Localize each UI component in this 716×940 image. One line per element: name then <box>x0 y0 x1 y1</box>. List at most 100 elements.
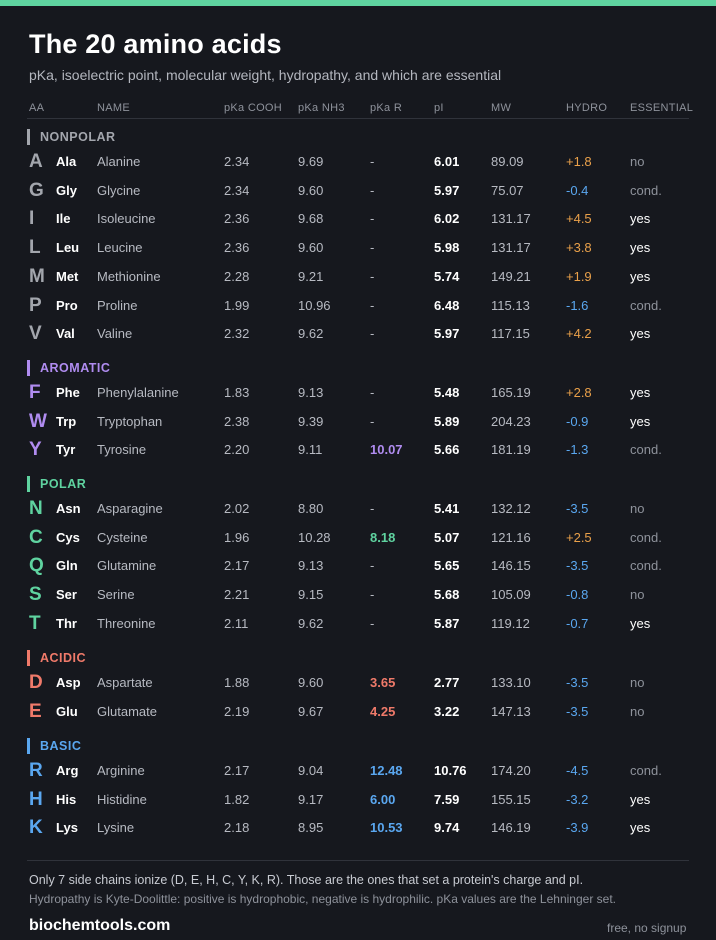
pka-r-value: - <box>370 501 375 516</box>
pka-nh3-value: 9.11 <box>298 442 323 458</box>
amino-name: Threonine <box>97 615 156 631</box>
pka-nh3-value: 9.62 <box>298 326 324 342</box>
mw-value: 131.17 <box>491 211 531 227</box>
pka-r-value: - <box>370 297 375 313</box>
amino-abbr: Gln <box>56 558 78 574</box>
pka-nh3-value: 10.28 <box>298 529 331 545</box>
amino-abbr: Gly <box>56 182 77 198</box>
brand-link[interactable]: biochemtools.com <box>29 917 170 935</box>
amino-letter: K <box>29 817 43 839</box>
pi-value: 5.97 <box>434 182 460 198</box>
essential-value: yes <box>630 268 651 284</box>
pka-cooh-value: 2.11 <box>224 615 249 631</box>
pi-value: 5.68 <box>434 587 460 603</box>
essential-value: cond. <box>630 182 662 198</box>
essential-value: cond. <box>630 297 662 313</box>
mw-value: 181.19 <box>491 442 531 458</box>
essential-value: cond. <box>630 558 662 574</box>
pka-r-value: 4.25 <box>370 703 396 719</box>
amino-letter: R <box>29 760 43 781</box>
amino-name: Cysteine <box>97 529 148 545</box>
table-row: T Thr Threonine 2.11 9.62 - 5.87 119.12 -0.7 yes <box>0 610 716 638</box>
pi-value: 5.41 <box>434 501 460 516</box>
pka-cooh-value: 1.96 <box>224 529 250 545</box>
amino-name: Histidine <box>97 791 147 807</box>
pi-value: 5.48 <box>434 385 460 400</box>
pka-cooh-value: 1.82 <box>224 791 250 807</box>
mw-value: 131.17 <box>491 240 531 256</box>
hydro-value: -0.4 <box>566 182 589 198</box>
amino-letter: P <box>29 294 42 316</box>
amino-abbr: Asp <box>56 675 81 690</box>
header-name: NAME <box>97 102 130 114</box>
section-aromatic: AROMATIC <box>27 360 110 376</box>
table-row: P Pro Proline 1.99 10.96 - 6.48 115.13 -1.6 cond. <box>0 292 716 320</box>
pka-cooh-value: 2.17 <box>224 763 250 778</box>
table-row: M Met Methionine 2.28 9.21 - 5.74 149.21 +1.9 yes <box>0 263 716 291</box>
mw-value: 117.15 <box>491 326 530 342</box>
pka-r-value: 10.53 <box>370 820 403 836</box>
pka-cooh-value: 1.99 <box>224 297 250 313</box>
pka-r-value: - <box>370 385 375 400</box>
header-essential: ESSENTIAL <box>630 102 694 114</box>
table-row: F Phe Phenylalanine 1.83 9.13 - 5.48 165.19 +2.8… <box>0 379 716 407</box>
amino-abbr: Val <box>56 326 75 342</box>
hydro-value: +1.9 <box>566 268 592 284</box>
hydro-value: -0.7 <box>566 615 589 631</box>
essential-value: cond. <box>630 763 662 778</box>
mw-value: 149.21 <box>491 268 531 284</box>
mw-value: 147.13 <box>491 703 531 719</box>
amino-name: Lysine <box>97 820 135 836</box>
pka-r-value: - <box>370 268 375 284</box>
pi-value: 9.74 <box>434 820 460 836</box>
footer-divider <box>27 860 689 861</box>
pka-nh3-value: 9.68 <box>298 211 324 227</box>
hydro-value: -0.8 <box>566 587 589 603</box>
amino-letter: S <box>29 584 42 606</box>
amino-letter: E <box>29 700 42 722</box>
page-subtitle: pKa, isoelectric point, molecular weight… <box>29 67 502 83</box>
pi-value: 5.65 <box>434 558 460 574</box>
amino-abbr: Asn <box>56 501 81 516</box>
pka-nh3-value: 9.15 <box>298 587 324 603</box>
table-row: L Leu Leucine 2.36 9.60 - 5.98 131.17 +3.8 yes <box>0 234 716 262</box>
pi-value: 5.74 <box>434 268 460 284</box>
pka-nh3-value: 9.13 <box>298 558 324 574</box>
essential-value: yes <box>630 791 651 807</box>
amino-abbr: Met <box>56 268 79 284</box>
hydro-value: -1.3 <box>566 442 589 458</box>
mw-value: 75.07 <box>491 182 524 198</box>
amino-letter: Q <box>29 555 44 577</box>
amino-name: Isoleucine <box>97 211 156 227</box>
table-row: E Glu Glutamate 2.19 9.67 4.25 3.22 147.13 -3.5 n… <box>0 698 716 726</box>
mw-value: 146.19 <box>491 820 531 836</box>
amino-name: Glutamine <box>97 558 157 574</box>
pka-nh3-value: 10.96 <box>298 297 331 313</box>
pka-cooh-value: 2.21 <box>224 587 250 603</box>
pka-cooh-value: 2.34 <box>224 182 250 198</box>
pi-value: 5.07 <box>434 529 460 545</box>
mw-value: 115.13 <box>491 297 530 313</box>
mw-value: 155.15 <box>491 791 531 807</box>
amino-name: Glycine <box>97 182 141 198</box>
essential-value: yes <box>630 240 651 256</box>
pka-cooh-value: 2.36 <box>224 211 250 227</box>
amino-letter: H <box>29 788 43 810</box>
pka-cooh-value: 2.34 <box>224 154 250 169</box>
mw-value: 165.19 <box>491 385 531 400</box>
pka-nh3-value: 9.21 <box>298 268 324 284</box>
amino-abbr: Thr <box>56 615 77 631</box>
mw-value: 105.09 <box>491 587 531 603</box>
mw-value: 121.16 <box>491 529 531 545</box>
hydro-value: -1.6 <box>566 297 589 313</box>
essential-value: no <box>630 703 645 719</box>
amino-abbr: Tyr <box>56 442 76 458</box>
essential-value: yes <box>630 615 651 631</box>
hydro-value: -3.5 <box>566 558 589 574</box>
amino-letter: I <box>29 208 35 230</box>
table-row: A Ala Alanine 2.34 9.69 - 6.01 89.09 +1.8 no <box>0 148 716 176</box>
pka-nh3-value: 9.60 <box>298 240 324 256</box>
table-header: AA NAME pKa COOH pKa NH3 pKa R pI MW HYD… <box>0 100 716 118</box>
hydro-value: -3.2 <box>566 791 589 807</box>
table-row: W Trp Tryptophan 2.38 9.39 - 5.89 204.23 -0.9 yes <box>0 408 716 436</box>
